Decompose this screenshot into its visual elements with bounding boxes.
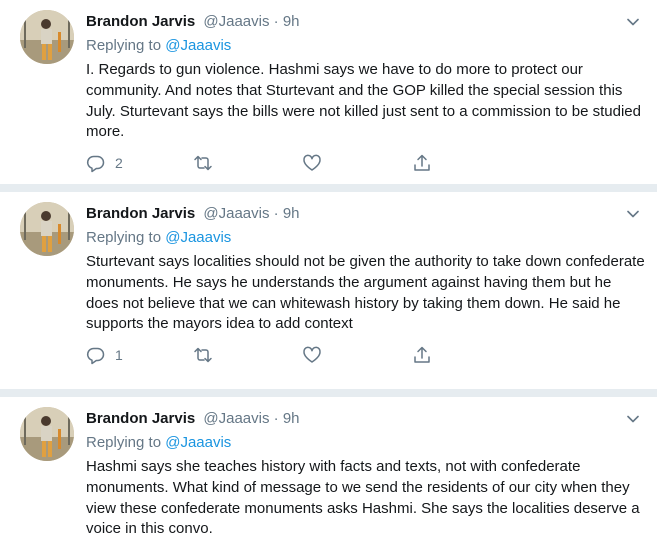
heart-icon <box>303 346 321 363</box>
reply-button[interactable]: 1 <box>86 345 123 365</box>
tweet-divider <box>0 185 657 192</box>
tweet-text: I. Regards to gun violence. Hashmi says … <box>86 61 641 141</box>
tweet-thread: Brandon Jarvis @Jaaavis · 9h Replying to… <box>0 0 657 546</box>
tweet-text: Hashmi says she teaches history with fac… <box>86 458 640 538</box>
chevron-down-icon[interactable] <box>625 206 641 222</box>
replying-to-label: Replying to <box>86 37 166 54</box>
retweet-button[interactable] <box>193 153 222 173</box>
separator-dot: · <box>273 205 283 222</box>
tweet[interactable]: Brandon Jarvis @Jaaavis · 9h Replying to… <box>0 192 657 390</box>
tweet[interactable]: Brandon Jarvis @Jaaavis · 9h Replying to… <box>0 397 657 546</box>
avatar[interactable] <box>20 407 74 461</box>
tweet-header: Brandon Jarvis @Jaaavis · 9h <box>86 12 300 32</box>
reply-count: 1 <box>115 347 123 363</box>
author-name[interactable]: Brandon Jarvis <box>86 410 195 427</box>
avatar[interactable] <box>20 10 74 64</box>
retweet-icon <box>194 155 212 171</box>
reply-icon <box>86 155 105 173</box>
timestamp[interactable]: 9h <box>283 205 300 222</box>
retweet-button[interactable] <box>193 345 222 365</box>
author-handle[interactable]: @Jaaavis <box>203 205 269 222</box>
author-handle[interactable]: @Jaaavis <box>203 410 269 427</box>
chevron-down-icon[interactable] <box>625 14 641 30</box>
retweet-icon <box>194 347 212 363</box>
like-button[interactable] <box>302 153 331 173</box>
timestamp[interactable]: 9h <box>283 410 300 427</box>
heart-icon <box>303 154 321 171</box>
replying-to-mention[interactable]: @Jaaavis <box>165 434 231 451</box>
replying-to-mention[interactable]: @Jaaavis <box>165 37 231 54</box>
tweet-header: Brandon Jarvis @Jaaavis · 9h <box>86 409 300 429</box>
replying-to: Replying to @Jaaavis <box>86 36 231 56</box>
tweet-text: Sturtevant says localities should not be… <box>86 253 645 333</box>
author-handle[interactable]: @Jaaavis <box>203 13 269 30</box>
separator-dot: · <box>273 13 283 30</box>
author-name[interactable]: Brandon Jarvis <box>86 205 195 222</box>
like-button[interactable] <box>302 345 331 365</box>
share-icon <box>414 346 430 363</box>
tweet-actions: 2 <box>86 153 486 173</box>
replying-to: Replying to @Jaaavis <box>86 228 231 248</box>
author-name[interactable]: Brandon Jarvis <box>86 13 195 30</box>
share-button[interactable] <box>412 345 432 365</box>
tweet[interactable]: Brandon Jarvis @Jaaavis · 9h Replying to… <box>0 0 657 185</box>
separator-dot: · <box>273 410 283 427</box>
tweet-header: Brandon Jarvis @Jaaavis · 9h <box>86 204 300 224</box>
reply-count: 2 <box>115 155 123 171</box>
share-button[interactable] <box>412 153 432 173</box>
replying-to: Replying to @Jaaavis <box>86 433 231 453</box>
reply-button[interactable]: 2 <box>86 153 123 173</box>
chevron-down-icon[interactable] <box>625 411 641 427</box>
replying-to-mention[interactable]: @Jaaavis <box>165 229 231 246</box>
replying-to-label: Replying to <box>86 434 166 451</box>
avatar[interactable] <box>20 202 74 256</box>
tweet-divider <box>0 390 657 397</box>
tweet-actions: 1 <box>86 345 486 365</box>
replying-to-label: Replying to <box>86 229 166 246</box>
timestamp[interactable]: 9h <box>283 13 300 30</box>
reply-icon <box>86 347 105 365</box>
share-icon <box>414 154 430 171</box>
